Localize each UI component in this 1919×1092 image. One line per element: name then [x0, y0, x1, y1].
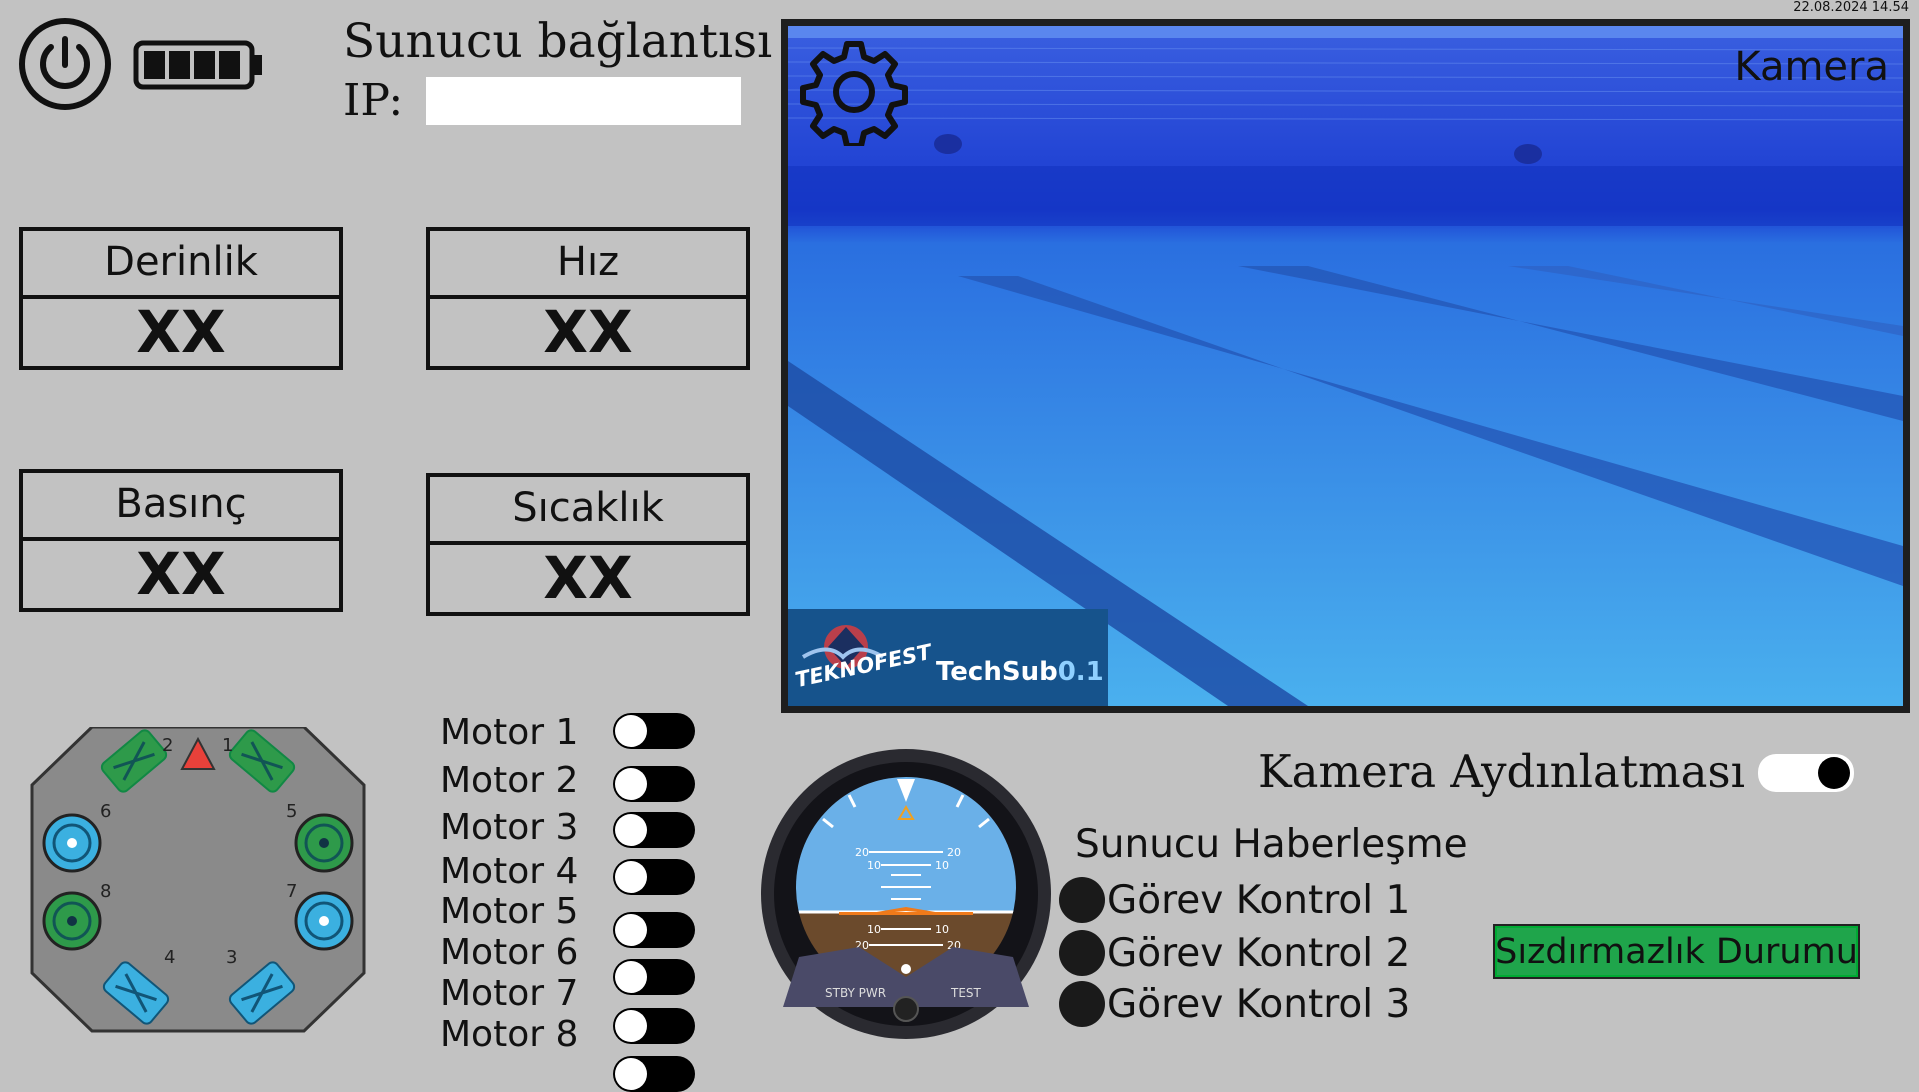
speed-value: XX [543, 298, 633, 366]
pitch-20-r: 20 [947, 846, 961, 859]
num-4: 4 [164, 947, 175, 968]
pressure-label: Basınç [23, 473, 339, 541]
task-control-1: Görev Kontrol 1 [1059, 877, 1410, 923]
num-2: 2 [162, 735, 173, 756]
num-7: 7 [286, 881, 297, 902]
toggle-knob [615, 814, 647, 846]
motor-4-label: Motor 4 [440, 851, 579, 892]
stby-pwr-label: STBY PWR [825, 986, 886, 1000]
ip-input[interactable] [426, 77, 741, 125]
datetime: 22.08.2024 14.54 [1793, 0, 1909, 15]
task-label: Görev Kontrol 1 [1107, 877, 1411, 923]
status-indicator-icon [1059, 930, 1105, 976]
motor-7-label: Motor 7 [440, 973, 579, 1014]
pool-image [788, 26, 1903, 706]
task-control-3: Görev Kontrol 3 [1059, 981, 1410, 1027]
task-label: Görev Kontrol 3 [1107, 981, 1411, 1027]
depth-value: XX [136, 298, 226, 366]
pitch-10-rb: 10 [935, 923, 949, 936]
sponsor-logo-banner: TEKNOFEST TechSub0.1 [788, 609, 1108, 706]
motor-3-label: Motor 3 [440, 807, 579, 848]
camera-label: Kamera [1734, 44, 1889, 90]
pitch-10-r: 10 [935, 859, 949, 872]
toggle-knob [615, 861, 647, 893]
depth-box: Derinlik XX [19, 227, 343, 370]
toggle-knob [615, 1058, 647, 1090]
gear-icon[interactable] [800, 38, 908, 146]
toggle-knob [615, 1010, 647, 1042]
num-1: 1 [222, 735, 233, 756]
thruster-6-icon [42, 813, 102, 873]
temperature-value: XX [543, 544, 633, 612]
motor-1-label: Motor 1 [440, 712, 579, 753]
techsub-text: TechSub0.1 [936, 657, 1104, 687]
temperature-label: Sıcaklık [430, 477, 746, 545]
motor-7-toggle[interactable] [613, 1008, 695, 1044]
pressure-value: XX [136, 540, 226, 608]
thruster-5-icon [294, 813, 354, 873]
toggle-knob [615, 914, 647, 946]
toggle-knob [615, 768, 647, 800]
server-connection-title: Sunucu bağlantısı [343, 14, 773, 69]
num-3: 3 [226, 947, 237, 968]
motor-2-toggle[interactable] [613, 766, 695, 802]
pitch-20-l: 20 [855, 846, 869, 859]
motor-8-label: Motor 8 [440, 1014, 579, 1055]
server-comms-title: Sunucu Haberleşme [1075, 822, 1468, 867]
status-indicator-icon [1059, 981, 1105, 1027]
toggle-knob [1818, 757, 1850, 789]
toggle-knob [615, 715, 647, 747]
toggle-knob [615, 961, 647, 993]
num-6: 6 [100, 801, 111, 822]
pitch-10-lb: 10 [867, 923, 881, 936]
techsub-name: TechSub [936, 657, 1058, 687]
num-8: 8 [100, 881, 111, 902]
speed-label: Hız [430, 231, 746, 299]
pressure-box: Basınç XX [19, 469, 343, 612]
num-5: 5 [286, 801, 297, 822]
techsub-version: 0.1 [1057, 657, 1104, 687]
power-icon[interactable] [18, 17, 112, 111]
camera-panel: Kamera TEKNOFEST TechSub0.1 [781, 19, 1910, 713]
motor-5-label: Motor 5 [440, 891, 579, 932]
motor-6-label: Motor 6 [440, 932, 579, 973]
motor-5-toggle[interactable] [613, 912, 695, 948]
task-control-2: Görev Kontrol 2 [1059, 930, 1410, 976]
ip-label: IP: [343, 75, 404, 126]
motor-6-toggle[interactable] [613, 959, 695, 995]
task-label: Görev Kontrol 2 [1107, 930, 1411, 976]
pitch-10-l: 10 [867, 859, 881, 872]
depth-label: Derinlik [23, 231, 339, 299]
motor-4-toggle[interactable] [613, 859, 695, 895]
status-indicator-icon [1059, 877, 1105, 923]
motor-1-toggle[interactable] [613, 713, 695, 749]
camera-light-toggle[interactable] [1758, 754, 1854, 792]
test-label: TEST [950, 986, 982, 1000]
seal-status-button[interactable]: Sızdırmazlık Durumu [1493, 924, 1860, 979]
temperature-box: Sıcaklık XX [426, 473, 750, 616]
motor-2-label: Motor 2 [440, 760, 579, 801]
thruster-layout-diagram: 1 2 3 4 5 6 7 8 [30, 727, 366, 1033]
attitude-indicator-icon: 20 20 10 10 10 10 20 20 STBY PWR TEST [761, 749, 1051, 1039]
camera-light-label: Kamera Aydınlatması [1258, 745, 1745, 798]
motor-8-toggle[interactable] [613, 1056, 695, 1092]
speed-box: Hız XX [426, 227, 750, 370]
camera-feed: Kamera TEKNOFEST TechSub0.1 [788, 26, 1903, 706]
thruster-8-icon [42, 891, 102, 951]
battery-icon [133, 40, 262, 90]
thruster-7-icon [294, 891, 354, 951]
motor-3-toggle[interactable] [613, 812, 695, 848]
